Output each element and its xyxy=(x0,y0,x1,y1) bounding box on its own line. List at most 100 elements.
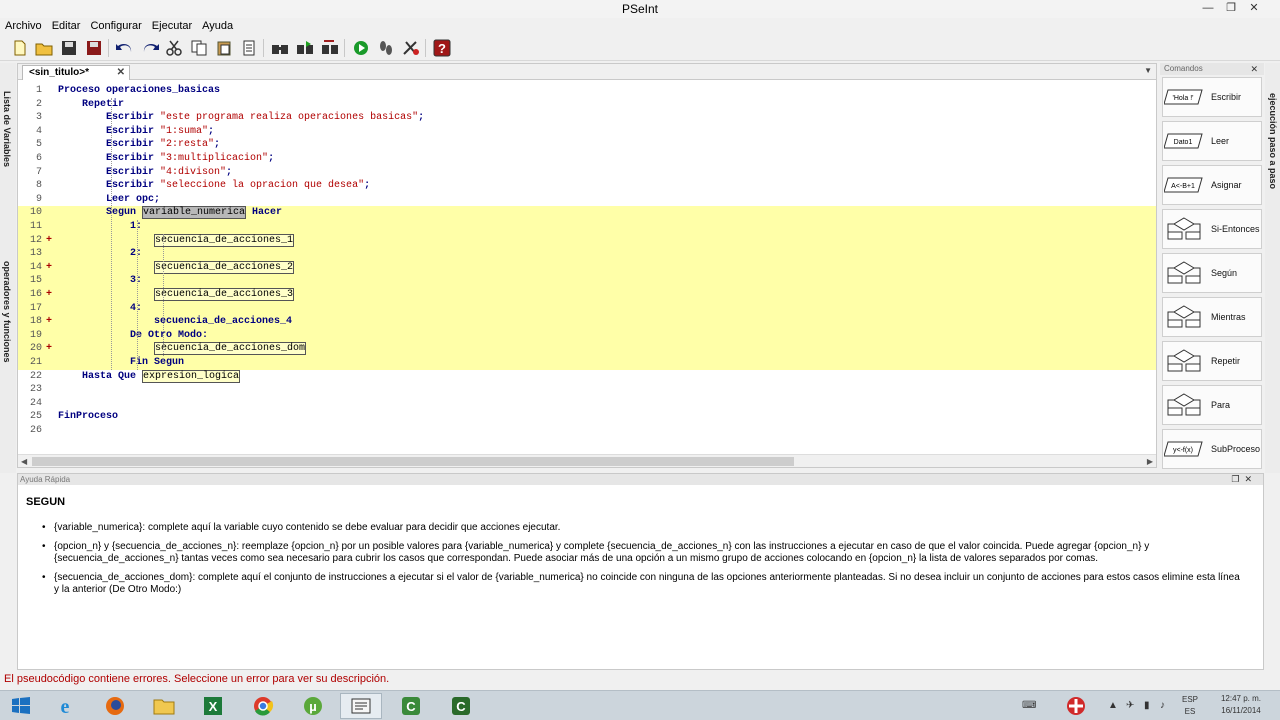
command-escribir[interactable]: 'Hola !' Escribir xyxy=(1162,77,1262,117)
code-line[interactable]: 2 Repetir xyxy=(18,98,1156,112)
camtasia-icon[interactable]: C xyxy=(390,693,432,719)
tab-close-icon[interactable]: ✕ xyxy=(117,66,125,79)
status-bar[interactable]: El pseudocódigo contiene errores. Selecc… xyxy=(0,671,1280,688)
code-line[interactable]: 20 + secuencia_de_acciones_dom xyxy=(18,342,1156,356)
maximize-icon[interactable]: ❐ xyxy=(1231,474,1244,484)
code-line[interactable]: 24 xyxy=(18,397,1156,411)
code-line[interactable]: 25 FinProceso xyxy=(18,410,1156,424)
new-file-icon[interactable] xyxy=(10,38,30,58)
code-line[interactable]: 11 1: xyxy=(18,220,1156,234)
save-icon[interactable] xyxy=(59,38,79,58)
internet-explorer-icon[interactable]: e xyxy=(44,693,86,719)
code-line[interactable]: 15 3: xyxy=(18,274,1156,288)
code-placeholder[interactable]: expresion_logica xyxy=(142,369,241,383)
command-asignar[interactable]: A<-B+1 Asignar xyxy=(1162,165,1262,205)
run-icon[interactable] xyxy=(351,38,371,58)
code-line[interactable]: 13 2: xyxy=(18,247,1156,261)
code-line[interactable]: 23 xyxy=(18,383,1156,397)
debug-icon[interactable] xyxy=(401,38,421,58)
menu-ejecutar[interactable]: Ejecutar xyxy=(147,18,197,35)
close-button[interactable]: ✕ xyxy=(1241,0,1267,18)
command-mientras[interactable]: Mientras xyxy=(1162,297,1262,337)
code-line[interactable]: 7 Escribir "4:divison"; xyxy=(18,166,1156,180)
find-icon[interactable] xyxy=(270,38,290,58)
code-line[interactable]: 6 Escribir "3:multiplicacion"; xyxy=(18,152,1156,166)
scroll-right-icon[interactable]: ▶ xyxy=(1147,455,1153,468)
scrollbar-thumb[interactable] xyxy=(32,457,794,466)
command-segun[interactable]: Según xyxy=(1162,253,1262,293)
code-area[interactable]: 1 Proceso operaciones_basicas 2 Repetir 3 E… xyxy=(18,84,1156,456)
code-line[interactable]: 12 + secuencia_de_acciones_1 xyxy=(18,233,1156,248)
cut-icon[interactable] xyxy=(164,38,184,58)
redo-icon[interactable] xyxy=(140,38,160,58)
clock[interactable]: 12:47 p. m. 16/11/2014 xyxy=(1206,693,1276,717)
tab-list-dropdown-icon[interactable]: ▼ xyxy=(1144,66,1152,75)
camtasia-recorder-icon[interactable]: C xyxy=(440,693,482,719)
code-placeholder[interactable]: variable_numerica xyxy=(142,206,247,220)
menu-editar[interactable]: Editar xyxy=(47,18,86,35)
command-para[interactable]: Para xyxy=(1162,385,1262,425)
step-execution-panel-tab[interactable]: ejecución paso a paso xyxy=(1268,93,1278,189)
command-leer[interactable]: Dato1 Leer xyxy=(1162,121,1262,161)
help-icon[interactable]: ? xyxy=(432,38,452,58)
code-line[interactable]: 14 + secuencia_de_acciones_2 xyxy=(18,260,1156,275)
fold-marker[interactable]: + xyxy=(46,288,54,302)
commands-close-icon[interactable]: ✕ xyxy=(1250,63,1258,75)
code-line[interactable]: 3 Escribir "este programa realiza operac… xyxy=(18,111,1156,125)
horizontal-scrollbar[interactable]: ◀ ▶ xyxy=(18,454,1156,467)
tray-app-icon[interactable] xyxy=(1058,693,1094,719)
open-folder-icon[interactable] xyxy=(34,38,54,58)
code-line[interactable]: 10 Segun variable_numerica Hacer xyxy=(18,206,1156,220)
code-line[interactable]: 16 + secuencia_de_acciones_3 xyxy=(18,288,1156,302)
network-icon[interactable]: ✈ xyxy=(1126,700,1134,711)
show-hidden-icons[interactable]: ▲ xyxy=(1108,700,1118,711)
keyboard-icon[interactable]: ⌨ xyxy=(1022,700,1036,711)
fold-marker[interactable]: + xyxy=(46,342,54,356)
volume-icon[interactable]: ♪ xyxy=(1160,700,1165,711)
variables-panel-tab[interactable]: Lista de Variables xyxy=(2,91,12,167)
firefox-icon[interactable] xyxy=(94,693,136,719)
code-line[interactable]: 8 Escribir "seleccione la opracion que d… xyxy=(18,179,1156,193)
save-as-icon[interactable] xyxy=(84,38,104,58)
step-run-icon[interactable] xyxy=(376,38,396,58)
file-explorer-icon[interactable] xyxy=(143,693,185,719)
command-repetir[interactable]: Repetir xyxy=(1162,341,1262,381)
command-si-entonces[interactable]: Si-Entonces xyxy=(1162,209,1262,249)
menu-ayuda[interactable]: Ayuda xyxy=(197,18,238,35)
fold-marker[interactable]: + xyxy=(46,261,54,275)
windows-start-icon[interactable] xyxy=(0,693,42,719)
code-line[interactable]: 5 Escribir "2:resta"; xyxy=(18,138,1156,152)
paste-icon[interactable] xyxy=(214,38,234,58)
edit-icon[interactable] xyxy=(239,38,259,58)
replace-icon[interactable] xyxy=(320,38,340,58)
code-placeholder[interactable]: secuencia_de_acciones_1 xyxy=(154,233,295,247)
code-placeholder[interactable]: secuencia_de_acciones_2 xyxy=(154,260,295,274)
code-line[interactable]: 9 Leer opc; xyxy=(18,193,1156,207)
copy-icon[interactable] xyxy=(189,38,209,58)
code-line[interactable]: 21 Fin Segun xyxy=(18,356,1156,370)
fold-marker[interactable]: + xyxy=(46,234,54,248)
language-indicator[interactable]: ESP ES xyxy=(1182,694,1198,718)
excel-icon[interactable]: X xyxy=(192,693,234,719)
command-subproceso[interactable]: y<-f(x) SubProceso xyxy=(1162,429,1262,469)
undo-icon[interactable] xyxy=(115,38,135,58)
code-line[interactable]: 17 4: xyxy=(18,301,1156,316)
code-line[interactable]: 4 Escribir "1:suma"; xyxy=(18,125,1156,139)
code-line[interactable]: 19 De Otro Modo: xyxy=(18,328,1156,343)
chrome-icon[interactable] xyxy=(242,693,284,719)
help-close-icon[interactable]: ✕ xyxy=(1244,474,1257,484)
code-placeholder[interactable]: secuencia_de_acciones_dom xyxy=(154,342,307,356)
find-next-icon[interactable] xyxy=(295,38,315,58)
operators-panel-tab[interactable]: operadores y funciones xyxy=(2,261,12,363)
signal-icon[interactable]: ▮ xyxy=(1144,700,1150,711)
pseint-icon[interactable] xyxy=(340,693,382,719)
menu-archivo[interactable]: Archivo xyxy=(0,18,47,35)
utorrent-icon[interactable]: µ xyxy=(292,693,334,719)
code-placeholder[interactable]: secuencia_de_acciones_3 xyxy=(154,288,295,301)
tab-sin-titulo[interactable]: <sin_titulo>* ✕ xyxy=(22,65,130,80)
code-line[interactable]: 22 Hasta Que expresion_logica xyxy=(18,369,1156,384)
code-line[interactable]: 1 Proceso operaciones_basicas xyxy=(18,84,1156,98)
fold-marker[interactable]: + xyxy=(46,315,54,329)
code-line[interactable]: 26 xyxy=(18,424,1156,438)
scroll-left-icon[interactable]: ◀ xyxy=(21,455,27,468)
